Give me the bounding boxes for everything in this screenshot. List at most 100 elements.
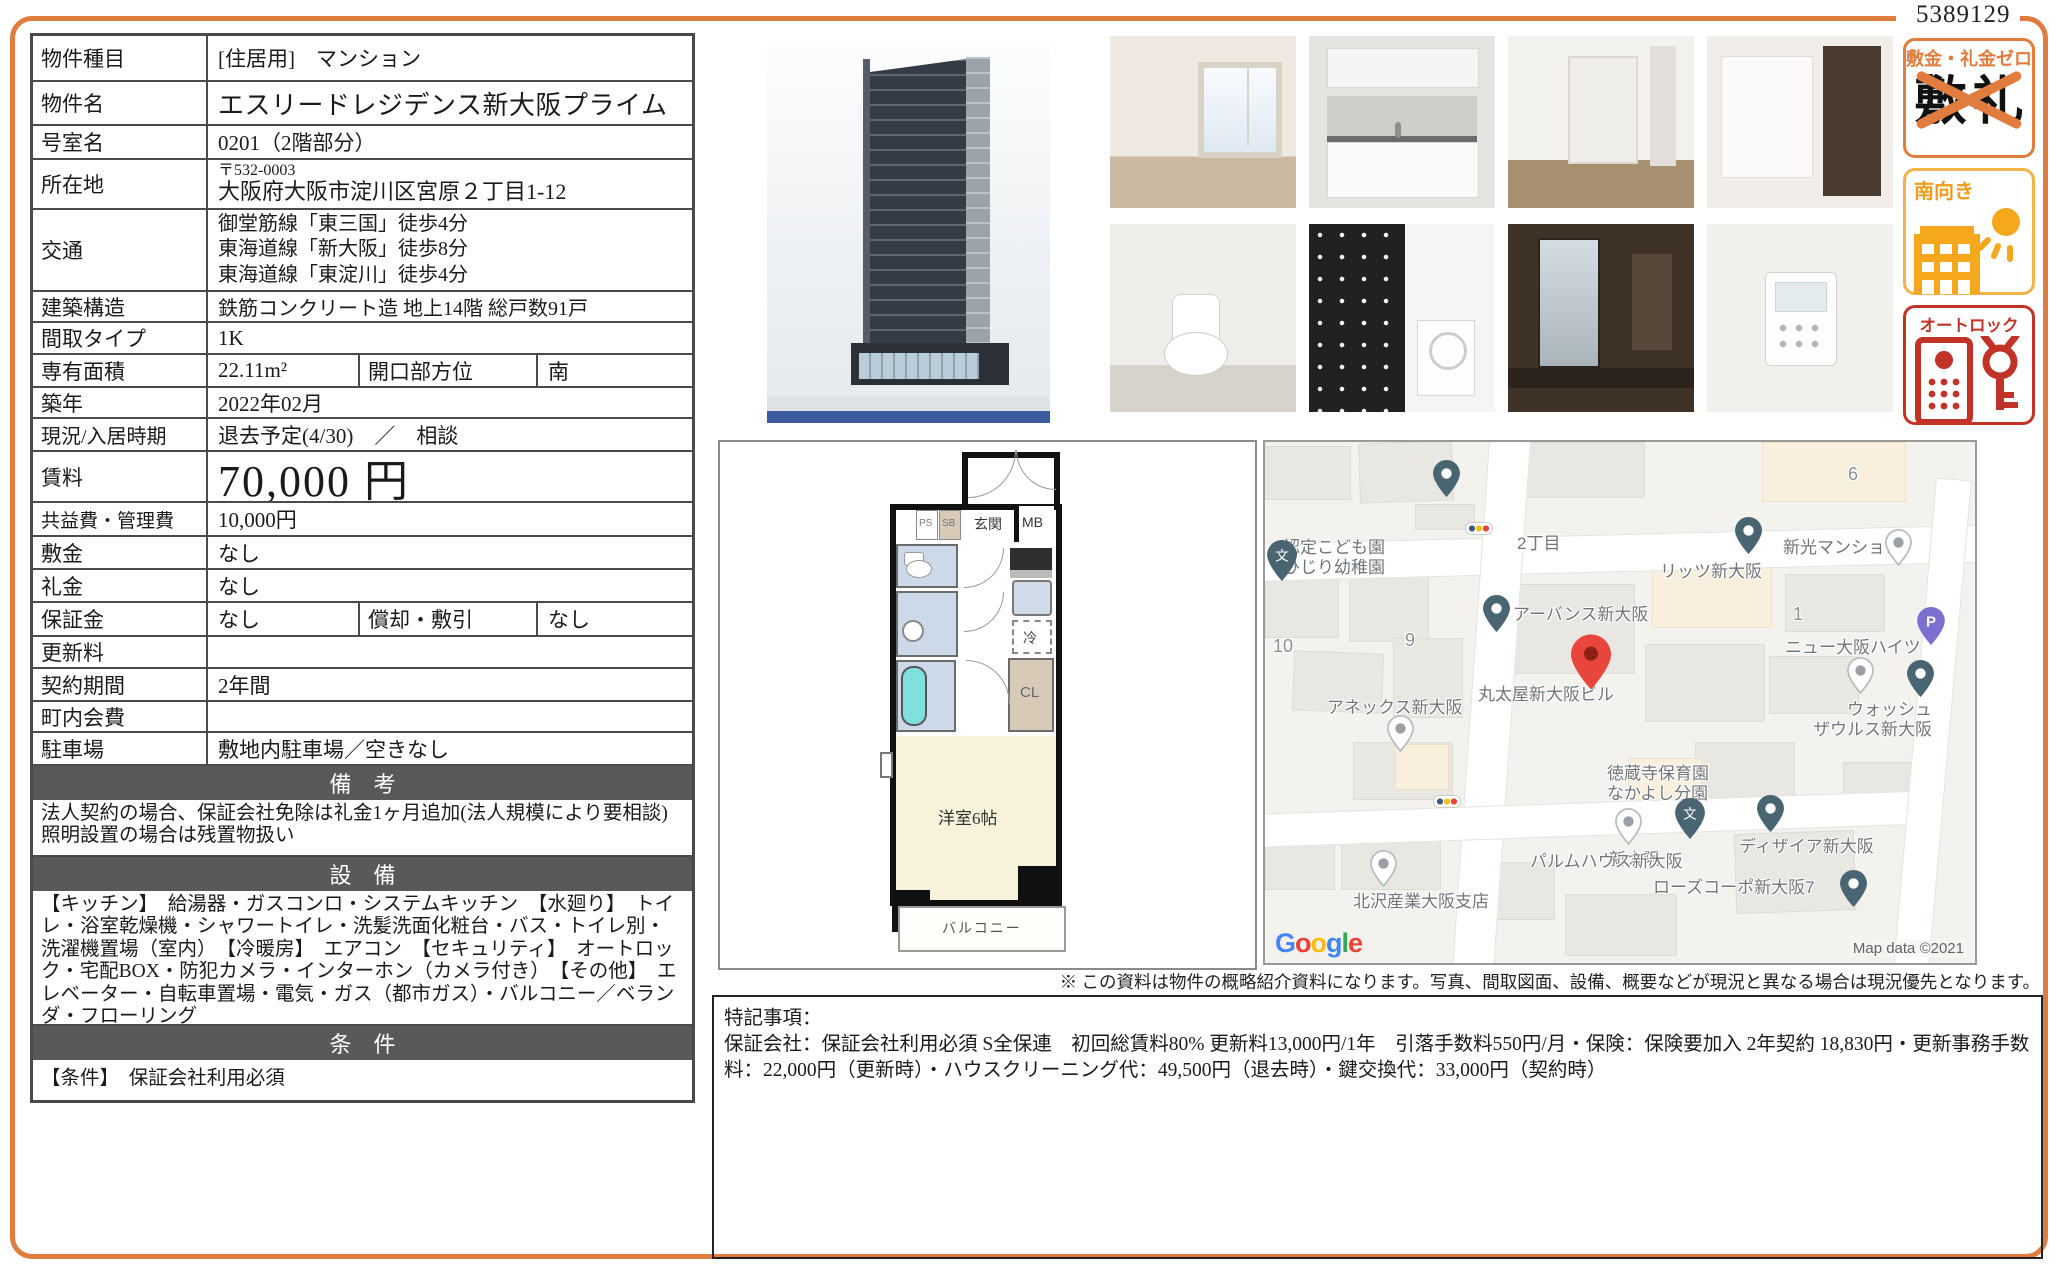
map-label: 9 bbox=[1405, 630, 1415, 651]
row-label: 築年 bbox=[33, 388, 208, 417]
mirror bbox=[1538, 238, 1600, 368]
map-label: 北沢産業大阪支店 bbox=[1353, 892, 1489, 912]
table-row: 賃料70,000 円 bbox=[33, 452, 692, 503]
sink-plan bbox=[902, 620, 924, 642]
intercom-key-icon bbox=[1906, 336, 2032, 424]
building-front-face bbox=[870, 59, 966, 385]
pattern-accent-wall bbox=[1309, 224, 1405, 412]
row-label: 建築構造 bbox=[33, 292, 208, 321]
property-flyer: 5389129 物件種目[住居用] マンション 物件名エスリードレジデンス新大阪… bbox=[0, 0, 2056, 1265]
row-value: 22.11m² bbox=[208, 355, 358, 386]
badge-zero-kanji: 敷 礼 bbox=[1906, 71, 2032, 129]
row-label: 更新料 bbox=[33, 637, 208, 667]
row-value2: 南 bbox=[538, 355, 692, 386]
sb-label: SB bbox=[942, 518, 955, 529]
row-value: 退去予定(4/30) ／ 相談 bbox=[208, 419, 692, 450]
row-value2: なし bbox=[538, 603, 692, 635]
map-pin-dark-icon bbox=[1907, 660, 1934, 702]
row-label: 所在地 bbox=[33, 160, 208, 208]
postal-code: 〒532-0003 bbox=[218, 163, 295, 179]
map-building bbox=[1505, 584, 1635, 674]
map-label: 1 bbox=[1793, 604, 1803, 625]
map-building bbox=[1265, 578, 1339, 638]
panel-buttons bbox=[1775, 320, 1825, 354]
remarks-header: 備 考 bbox=[33, 766, 692, 800]
map-label: リッツ新大阪 bbox=[1660, 562, 1762, 582]
map-label: ウォッシュ ザウルス新大阪 bbox=[1813, 700, 1932, 740]
upper-cabinets bbox=[1327, 48, 1479, 88]
svg-text:文: 文 bbox=[1275, 549, 1289, 564]
table-row: 保証金なし償却・敷引なし bbox=[33, 603, 692, 637]
photo-hallway bbox=[1508, 36, 1694, 208]
photo-closet bbox=[1707, 36, 1893, 208]
row-value bbox=[208, 637, 692, 667]
map-label: 認定こども園 ひじり幼稚園 bbox=[1283, 538, 1385, 578]
badge-autolock-title: オートロック bbox=[1906, 308, 2032, 336]
special-terms-title: 特記事項： bbox=[724, 1001, 2031, 1030]
building-entrance-glass bbox=[859, 353, 979, 379]
map-pin-dark-icon bbox=[1483, 595, 1510, 637]
photo-living-room bbox=[1110, 36, 1296, 208]
row-label: 保証金 bbox=[33, 603, 208, 635]
document-number: 5389129 bbox=[1916, 1, 2011, 29]
building-side-face bbox=[966, 57, 990, 385]
row-label: 間取タイプ bbox=[33, 323, 208, 353]
row-value: 2022年02月 bbox=[208, 388, 692, 417]
map-building bbox=[1511, 442, 1645, 498]
disclaimer-note: ※ この資料は物件の概略紹介資料になります。写真、間取図面、設備、概要などが現況… bbox=[1060, 969, 2040, 994]
map-pin-light-icon bbox=[1465, 522, 1493, 540]
wall-stub bbox=[880, 752, 893, 778]
conditions-header: 条 件 bbox=[33, 1026, 692, 1060]
floorplan-box: PS SB 玄関 MB 冷 CL bbox=[718, 440, 1257, 970]
row-label: 敷金 bbox=[33, 537, 208, 568]
badge-south-facing: 南向き bbox=[1903, 168, 2035, 295]
hall-door bbox=[1650, 46, 1676, 166]
table-row: 号室名0201（2階部分） bbox=[33, 126, 692, 160]
equipment-text: 【キッチン】 給湯器・ガスコンロ・システムキッチン 【水廻り】 トイレ・浴室乾燥… bbox=[33, 891, 692, 1026]
svg-text:P: P bbox=[1926, 614, 1936, 631]
map-pin-white-icon bbox=[1615, 808, 1642, 850]
special-terms-box: 特記事項： 保証会社：保証会社利用必須 S全保連 初回総賃料80% 更新料13,… bbox=[712, 995, 2043, 1259]
row-label: 駐車場 bbox=[33, 733, 208, 764]
special-terms-text: 保証会社：保証会社利用必須 S全保連 初回総賃料80% 更新料13,000円/1… bbox=[724, 1032, 2031, 1083]
bathtub bbox=[901, 666, 927, 726]
strike-x-icon bbox=[1906, 71, 2032, 129]
toilet-bowl bbox=[1164, 332, 1228, 376]
address: 大阪府大阪市淀川区宮原２丁目1-12 bbox=[218, 179, 566, 204]
room-label: 洋室6帖 bbox=[938, 804, 998, 829]
map-pin-school-icon: 文 bbox=[1675, 798, 1705, 844]
map-label: ディザイア新大阪 bbox=[1739, 837, 1874, 857]
stove bbox=[1010, 548, 1052, 570]
ps-label: PS bbox=[919, 518, 932, 529]
table-row: 間取タイプ1K bbox=[33, 323, 692, 355]
cl-label: CL bbox=[1020, 684, 1039, 701]
hall-end-wall bbox=[1568, 56, 1638, 164]
row-value: 2年間 bbox=[208, 669, 692, 700]
address-cell: 〒532-0003大阪府大阪市淀川区宮原２丁目1-12 bbox=[208, 160, 692, 208]
map-attribution: Map data ©2021 bbox=[1850, 940, 1967, 957]
photo-bath-panel bbox=[1707, 224, 1893, 412]
table-row: 専有面積22.11m²開口部方位南 bbox=[33, 355, 692, 388]
map-building bbox=[1263, 446, 1351, 500]
row-label2: 償却・敷引 bbox=[358, 603, 538, 635]
row-label: 号室名 bbox=[33, 126, 208, 158]
wall-block bbox=[1018, 866, 1056, 900]
map-pin-red-icon bbox=[1571, 634, 1611, 695]
row-label: 交通 bbox=[33, 210, 208, 290]
row-label2: 開口部方位 bbox=[358, 355, 538, 386]
row-value: なし bbox=[208, 603, 358, 635]
genkan-label: 玄関 bbox=[974, 514, 1002, 534]
map-building bbox=[1645, 644, 1765, 722]
photo-caption-bar bbox=[767, 411, 1050, 423]
closet-panel bbox=[1721, 56, 1813, 178]
sun-building-icon bbox=[1906, 204, 2032, 298]
map-label: 10 bbox=[1273, 636, 1293, 657]
table-row: 現況/入居時期退去予定(4/30) ／ 相談 bbox=[33, 419, 692, 452]
backsplash bbox=[1327, 96, 1477, 136]
map-pin-dark-icon bbox=[1735, 517, 1762, 559]
table-row: 礼金なし bbox=[33, 570, 692, 603]
equipment-header: 設 備 bbox=[33, 857, 692, 891]
row-label: 物件名 bbox=[33, 82, 208, 124]
faucet bbox=[1395, 122, 1401, 138]
row-value: 敷地内駐車場／空きなし bbox=[208, 733, 692, 764]
